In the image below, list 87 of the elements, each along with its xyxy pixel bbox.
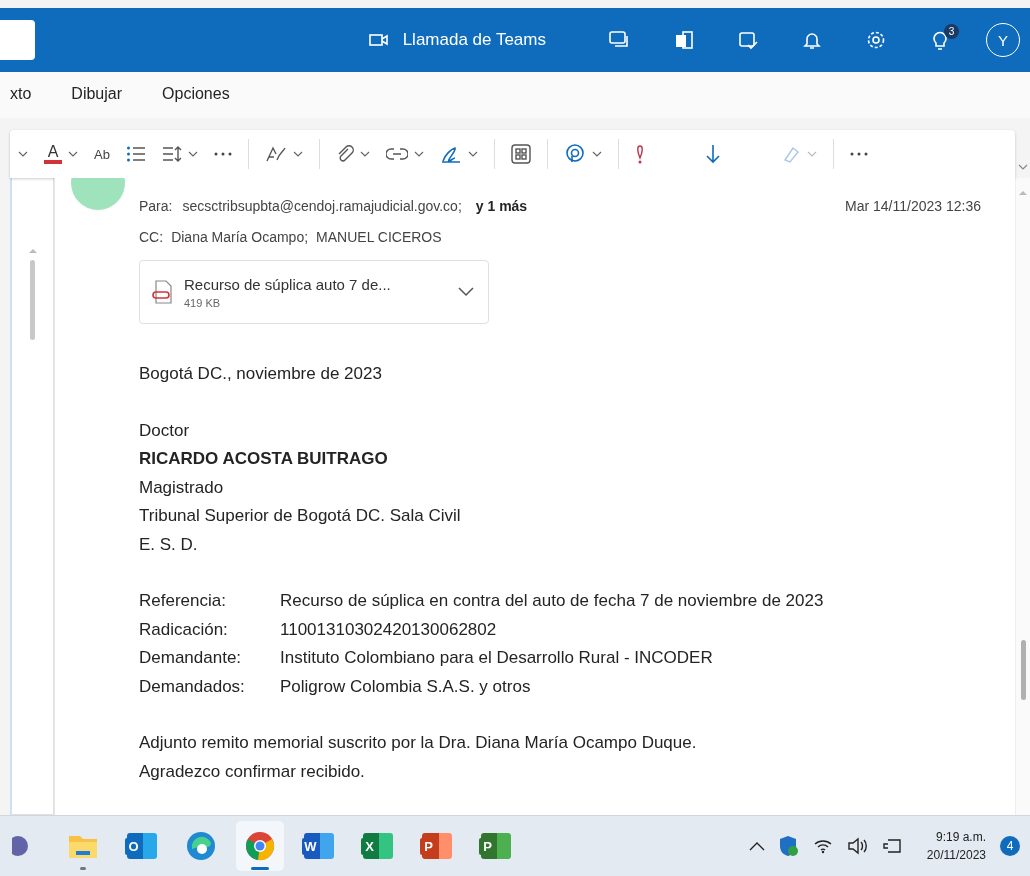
cc-recipient: MANUEL CICEROS (316, 229, 442, 245)
chevron-down-icon[interactable] (458, 287, 474, 297)
pdf-file-icon (152, 280, 174, 304)
menu-tab[interactable]: xto (10, 81, 32, 109)
teams-call-button[interactable]: Llamada de Teams (402, 30, 546, 50)
menu-tab[interactable]: Opciones (162, 81, 230, 109)
field-label: Demandante: (139, 647, 243, 669)
field-value: Recurso de súplica en contra del auto de fecha 7 de noviembre de 2023 (280, 590, 824, 612)
field-label: Demandados: (139, 675, 246, 698)
chevron-down-icon[interactable] (187, 151, 198, 157)
taskbar-app[interactable] (236, 821, 284, 871)
slides-app-icon[interactable]: P (422, 833, 452, 859)
attachment-size: 419 KB (184, 296, 222, 309)
chevron-down-icon[interactable] (1018, 164, 1028, 170)
body-text: Doctor (139, 419, 191, 442)
wifi-icon[interactable] (812, 838, 833, 854)
chevron-down-icon[interactable] (413, 151, 424, 157)
settings-icon[interactable] (866, 30, 886, 50)
taskbar-app[interactable]: W (295, 821, 343, 871)
shield-icon[interactable] (778, 835, 799, 857)
menu-tab[interactable]: Dibujar (71, 81, 123, 109)
taskbar-app[interactable]: P (472, 821, 520, 871)
pen-icon[interactable] (264, 145, 287, 163)
loop-icon[interactable] (563, 143, 586, 165)
chevron-down-icon[interactable] (18, 151, 28, 157)
to-address: secsctribsupbta@cendoj.ramajudicial.gov.co; (182, 198, 462, 214)
folder-icon[interactable] (68, 833, 98, 859)
clock-date: 20/11/2023 (926, 847, 986, 864)
to-label: Para: (139, 198, 173, 214)
chevron-down-icon[interactable] (292, 151, 303, 157)
body-text: Tribunal Superior de Bogotá DC. Sala Civil (139, 505, 462, 527)
cc-label: CC: (139, 229, 164, 245)
body-text: Adjunto remito memorial suscrito por la Dra. Diana María Ocampo Duque. (139, 732, 698, 754)
link-icon[interactable] (385, 147, 408, 161)
chevron-up-icon[interactable] (748, 841, 765, 851)
notification-badge[interactable]: 4 (1000, 836, 1020, 856)
mail-app-icon[interactable]: O (127, 833, 157, 859)
more-icon[interactable] (849, 152, 868, 156)
taskbar-app[interactable]: X (354, 821, 402, 871)
chrome-icon[interactable] (245, 831, 275, 861)
chevron-down-icon[interactable] (591, 151, 602, 157)
search-field[interactable] (0, 20, 35, 60)
scrollbar-thumb[interactable] (30, 260, 35, 340)
swirl-icon[interactable] (186, 831, 216, 861)
signature-icon[interactable] (439, 145, 462, 163)
plan-app-icon[interactable]: P (481, 833, 511, 859)
font-color-button[interactable]: A (44, 144, 62, 164)
chevron-down-icon[interactable] (359, 151, 370, 157)
clock[interactable]: 9:19 a.m. 20/11/2023 (926, 828, 986, 864)
cc-recipient: Diana María Ocampo; (171, 229, 309, 245)
more-recipients-link[interactable]: y 1 más (475, 198, 528, 214)
scrollbar-thumb[interactable] (1020, 640, 1026, 700)
apps-icon[interactable] (510, 144, 531, 164)
field-label: Radicación: (139, 618, 229, 641)
field-value: 11001310302420130062802 (280, 618, 498, 641)
line-spacing-icon[interactable] (161, 145, 182, 163)
calendar-check-icon[interactable] (738, 30, 758, 50)
arrow-down-icon[interactable] (704, 144, 721, 164)
bullet-list-icon[interactable] (125, 145, 146, 163)
chevron-down-icon[interactable] (467, 151, 478, 157)
taskbar-app[interactable]: P (413, 821, 461, 871)
spreadsheet-app-icon[interactable]: X (363, 833, 393, 859)
field-value: Poligrow Colombia S.A.S. y otros (280, 675, 532, 698)
body-text: E. S. D. (139, 533, 199, 556)
spelling-button[interactable]: Ab (94, 146, 110, 162)
chevron-down-icon[interactable] (68, 151, 78, 157)
body-text: Bogotá DC., noviembre de 2023 (139, 363, 383, 385)
clock-time: 9:19 a.m. (935, 829, 986, 846)
exclamation-icon[interactable] (634, 144, 645, 164)
more-icon[interactable] (213, 152, 232, 156)
attachment-name: Recurso de súplica auto 7 de... (184, 275, 392, 293)
field-value: Instituto Colombiano para el Desarrollo Rural - INCODER (280, 647, 714, 669)
sent-date: Mar 14/11/2023 12:36 (845, 198, 981, 214)
taskbar-app[interactable]: O (118, 821, 166, 871)
video-camera-icon[interactable] (368, 33, 389, 47)
lightbulb-icon[interactable] (930, 30, 950, 50)
body-text: Agradezco confirmar recibido. (139, 760, 366, 783)
tips-badge: 3 (944, 24, 959, 39)
attachment-card[interactable]: Recurso de súplica auto 7 de... 419 KB (139, 260, 489, 324)
speaker-icon[interactable] (846, 837, 869, 855)
recipient-name: RICARDO ACOSTA BUITRAGO (139, 448, 389, 470)
chat-icon[interactable] (609, 30, 631, 50)
app-icon[interactable] (674, 30, 694, 50)
document-app-icon[interactable]: W (304, 833, 334, 859)
body-text: Magistrado (139, 476, 225, 499)
bell-icon[interactable] (802, 30, 822, 50)
field-label: Referencia: (139, 590, 227, 612)
